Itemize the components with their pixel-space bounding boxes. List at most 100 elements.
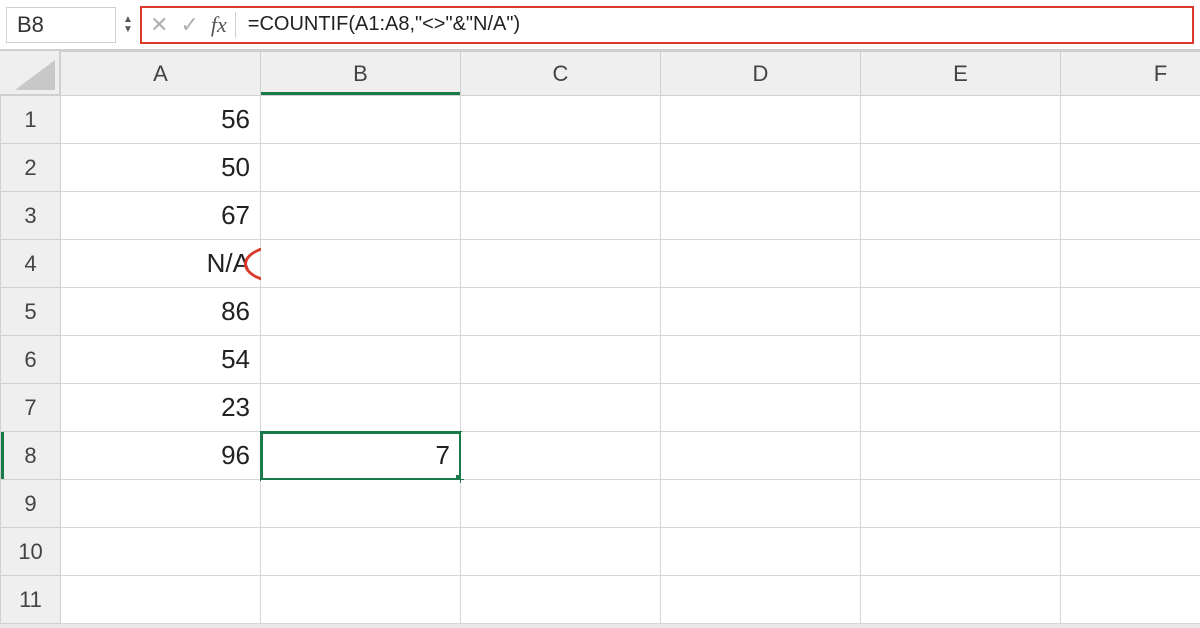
cell-a6[interactable]: 54 [61, 336, 261, 384]
row-header-2[interactable]: 2 [1, 144, 61, 192]
row-header-4[interactable]: 4 [1, 240, 61, 288]
cell-e4[interactable] [861, 240, 1061, 288]
formula-group-highlighted: ✕ ✓ fx [140, 6, 1194, 44]
cell-e6[interactable] [861, 336, 1061, 384]
cell-d4[interactable] [661, 240, 861, 288]
cell-e5[interactable] [861, 288, 1061, 336]
cell-b9[interactable] [261, 480, 461, 528]
cell-b4[interactable] [261, 240, 461, 288]
cell-a5[interactable]: 86 [61, 288, 261, 336]
cell-d1[interactable] [661, 96, 861, 144]
formula-input[interactable] [248, 13, 1184, 36]
cell-a2[interactable]: 50 [61, 144, 261, 192]
cell-e9[interactable] [861, 480, 1061, 528]
cell-c8[interactable] [461, 432, 661, 480]
column-header-b[interactable]: B [261, 52, 461, 96]
cell-b5[interactable] [261, 288, 461, 336]
cell-b6[interactable] [261, 336, 461, 384]
name-box-stepper[interactable]: ▲ ▼ [120, 7, 136, 43]
cell-e1[interactable] [861, 96, 1061, 144]
cell-a7[interactable]: 23 [61, 384, 261, 432]
row-header-5[interactable]: 5 [1, 288, 61, 336]
cell-b11[interactable] [261, 576, 461, 624]
row-9: 9 [1, 480, 1200, 528]
cell-b8[interactable]: 7 [261, 432, 461, 480]
cell-f10[interactable] [1061, 528, 1200, 576]
cell-f6[interactable] [1061, 336, 1200, 384]
cell-c1[interactable] [461, 96, 661, 144]
cell-a8[interactable]: 96 [61, 432, 261, 480]
cell-d7[interactable] [661, 384, 861, 432]
cell-e7[interactable] [861, 384, 1061, 432]
row-10: 10 [1, 528, 1200, 576]
cell-f4[interactable] [1061, 240, 1200, 288]
cell-f7[interactable] [1061, 384, 1200, 432]
cell-e3[interactable] [861, 192, 1061, 240]
cancel-formula-icon[interactable]: ✕ [150, 14, 168, 36]
cell-d3[interactable] [661, 192, 861, 240]
cell-f3[interactable] [1061, 192, 1200, 240]
cell-b10[interactable] [261, 528, 461, 576]
cell-d2[interactable] [661, 144, 861, 192]
cell-d9[interactable] [661, 480, 861, 528]
cell-c4[interactable] [461, 240, 661, 288]
cell-a1[interactable]: 56 [61, 96, 261, 144]
cell-b2[interactable] [261, 144, 461, 192]
column-header-c[interactable]: C [461, 52, 661, 96]
fx-icon[interactable]: fx [211, 12, 236, 38]
column-header-d[interactable]: D [661, 52, 861, 96]
row-header-3[interactable]: 3 [1, 192, 61, 240]
cell-c5[interactable] [461, 288, 661, 336]
cell-e2[interactable] [861, 144, 1061, 192]
cell-a3[interactable]: 67 [61, 192, 261, 240]
stepper-up-icon[interactable]: ▲ [120, 16, 136, 24]
cell-b1[interactable] [261, 96, 461, 144]
accept-formula-icon[interactable]: ✓ [180, 14, 198, 36]
row-header-11[interactable]: 11 [1, 576, 61, 624]
cell-e8[interactable] [861, 432, 1061, 480]
row-1: 1 56 [1, 96, 1200, 144]
row-header-1[interactable]: 1 [1, 96, 61, 144]
cell-c2[interactable] [461, 144, 661, 192]
cell-d5[interactable] [661, 288, 861, 336]
name-box-value: B8 [17, 12, 44, 38]
column-header-row: A B C D E F [1, 52, 1200, 96]
cell-b7[interactable] [261, 384, 461, 432]
cell-e11[interactable] [861, 576, 1061, 624]
cell-c9[interactable] [461, 480, 661, 528]
cell-f2[interactable] [1061, 144, 1200, 192]
cell-a4[interactable]: N/A [61, 240, 261, 288]
cell-d6[interactable] [661, 336, 861, 384]
cell-f11[interactable] [1061, 576, 1200, 624]
cell-d11[interactable] [661, 576, 861, 624]
row-header-7[interactable]: 7 [1, 384, 61, 432]
cell-d10[interactable] [661, 528, 861, 576]
cell-e10[interactable] [861, 528, 1061, 576]
formula-bar: B8 ▲ ▼ ✕ ✓ fx [0, 0, 1200, 50]
stepper-down-icon[interactable]: ▼ [120, 26, 136, 34]
row-header-9[interactable]: 9 [1, 480, 61, 528]
column-header-e[interactable]: E [861, 52, 1061, 96]
row-header-10[interactable]: 10 [1, 528, 61, 576]
column-header-f[interactable]: F [1061, 52, 1200, 96]
row-header-6[interactable]: 6 [1, 336, 61, 384]
name-box[interactable]: B8 [6, 7, 116, 43]
cell-c7[interactable] [461, 384, 661, 432]
cell-f9[interactable] [1061, 480, 1200, 528]
row-header-8[interactable]: 8 [1, 432, 61, 480]
cell-c10[interactable] [461, 528, 661, 576]
cell-f1[interactable] [1061, 96, 1200, 144]
cell-f8[interactable] [1061, 432, 1200, 480]
cell-c11[interactable] [461, 576, 661, 624]
row-11: 11 [1, 576, 1200, 624]
cell-d8[interactable] [661, 432, 861, 480]
cell-b3[interactable] [261, 192, 461, 240]
cell-c3[interactable] [461, 192, 661, 240]
cell-a9[interactable] [61, 480, 261, 528]
cell-f5[interactable] [1061, 288, 1200, 336]
select-all-corner[interactable] [0, 51, 60, 95]
cell-a10[interactable] [61, 528, 261, 576]
cell-a11[interactable] [61, 576, 261, 624]
column-header-a[interactable]: A [61, 52, 261, 96]
cell-c6[interactable] [461, 336, 661, 384]
